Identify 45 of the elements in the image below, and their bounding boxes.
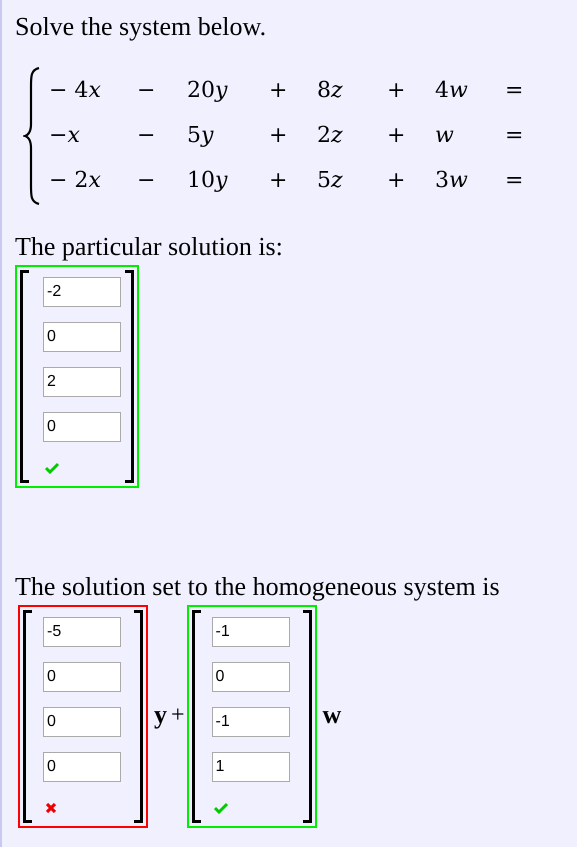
answer-input-field[interactable]: 0 [43,707,121,737]
check-icon [214,802,228,814]
equation-term: 10y [187,167,229,195]
check-icon [45,462,59,474]
answer-input-field[interactable]: 0 [43,752,121,782]
answer-input-field[interactable]: 2 [43,367,121,397]
operator-symbol: = [505,77,524,105]
equation-term: 5z [317,167,344,195]
equation-term: 5y [187,122,215,150]
operator-symbol: + [171,702,185,728]
answer-input-field[interactable]: -5 [43,617,121,647]
answer-input-field[interactable]: -1 [212,617,290,647]
operator-symbol: + [269,167,288,195]
equation-term: − 4x [49,77,102,105]
equation-term: 8z [317,77,344,105]
operator-symbol: − [137,122,156,150]
variable-label: w [322,700,342,730]
operator-symbol: + [387,77,406,105]
equation-term: − 2x [49,167,102,195]
equation-term: 20y [187,77,229,105]
equation-term: −x [49,122,81,150]
operator-symbol: + [387,122,406,150]
operator-symbol: − [137,77,156,105]
answer-input-field[interactable]: 1 [212,752,290,782]
variable-label: y [154,700,167,730]
operator-symbol: = [505,167,524,195]
operator-symbol: − [137,167,156,195]
equation-term: 2z [317,122,344,150]
answer-input-field[interactable]: -2 [43,277,121,307]
cross-icon [45,802,57,814]
answer-input-field[interactable]: 0 [43,662,121,692]
instruction-text: Solve the system below. [15,11,268,42]
operator-symbol: + [269,77,288,105]
equation-term: w [435,122,455,150]
operator-symbol: + [269,122,288,150]
section-label: The solution set to the homogeneous system is [15,572,501,602]
answer-input-field[interactable]: 0 [43,322,121,352]
equation-term: 3w [435,167,469,195]
operator-symbol: + [387,167,406,195]
section-label: The particular solution is: [15,232,284,262]
answer-input-field[interactable]: -1 [212,707,290,737]
equation-term: 4w [435,77,469,105]
answer-input-field[interactable]: 0 [212,662,290,692]
operator-symbol: = [505,122,524,150]
answer-input-field[interactable]: 0 [43,412,121,442]
